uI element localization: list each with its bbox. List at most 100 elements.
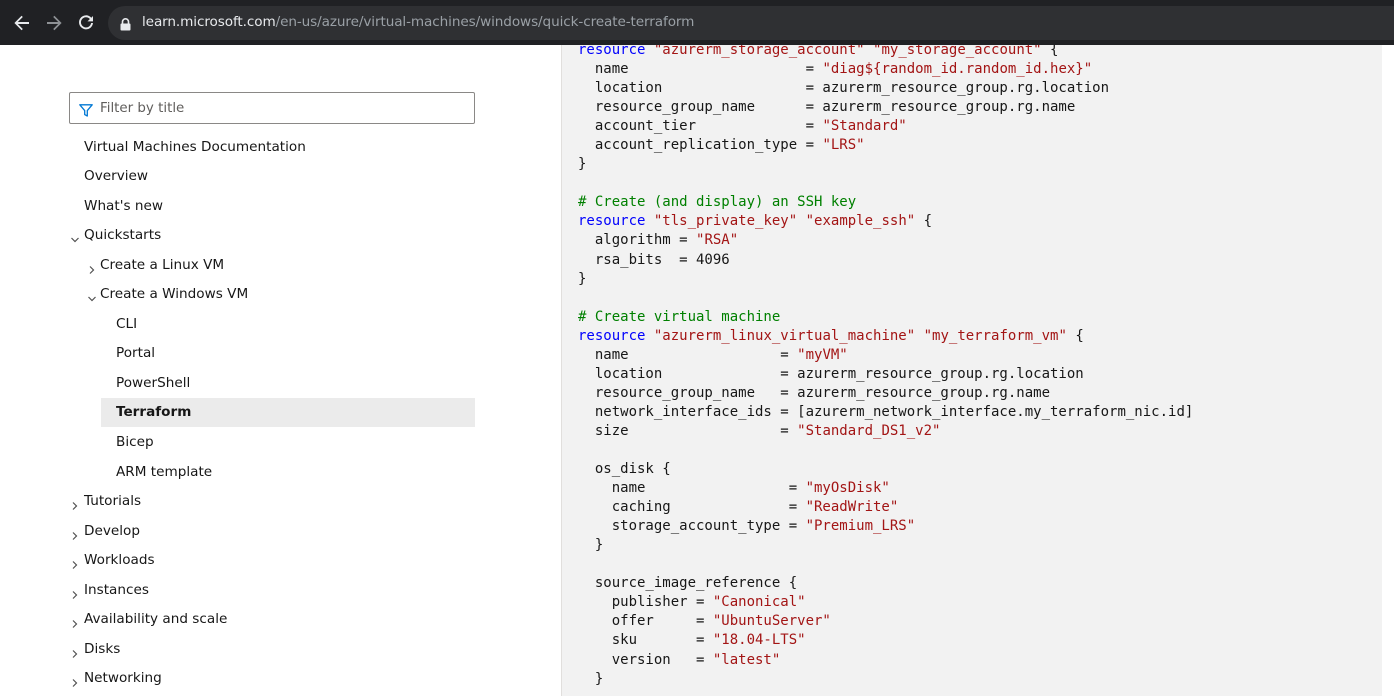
code-line: sku = "18.04-LTS" xyxy=(578,632,806,648)
code-line: name = "diag${random_id.random_id.hex}" xyxy=(578,61,1092,77)
code-line: resource "tls_private_key" "example_ssh"… xyxy=(578,213,932,229)
toc-item-label: CLI xyxy=(116,315,138,332)
toc-item[interactable]: Create a Linux VM xyxy=(100,250,224,279)
filter-input[interactable] xyxy=(100,97,460,119)
toc-item-label: Instances xyxy=(84,581,149,598)
toc-item[interactable]: Availability and scale xyxy=(84,605,227,634)
toc-item[interactable]: Create a Windows VM xyxy=(100,280,248,309)
code-line: account_tier = "Standard" xyxy=(578,118,907,134)
toc-item[interactable]: Overview xyxy=(84,162,148,191)
chevron-right-icon[interactable] xyxy=(70,496,80,511)
code-line: location = azurerm_resource_group.rg.loc… xyxy=(578,366,1084,382)
toc-item[interactable]: Virtual Machines Documentation xyxy=(84,132,306,161)
code-token: name = xyxy=(578,480,806,497)
code-token: # Create (and display) an SSH key xyxy=(578,194,857,211)
toc-item[interactable]: Instances xyxy=(84,575,149,604)
chevron-down-icon[interactable] xyxy=(70,230,80,243)
toc-item[interactable]: Bicep xyxy=(116,428,154,457)
lock-icon[interactable] xyxy=(120,16,131,35)
toc-item[interactable]: ARM template xyxy=(116,457,212,486)
chevron-right-icon[interactable] xyxy=(70,644,80,658)
code-token: # Create virtual machine xyxy=(578,308,781,325)
chevron-right-icon[interactable] xyxy=(70,614,80,629)
url-text[interactable]: learn.microsoft.com/en-us/azure/virtual-… xyxy=(142,14,694,30)
toc-item[interactable]: Quickstarts xyxy=(84,221,161,250)
code-line: resource "azurerm_storage_account" "my_s… xyxy=(578,45,1058,58)
url-path: /en-us/azure/virtual-machines/windows/qu… xyxy=(275,14,695,30)
code-token: network_interface_ids = [azurerm_network… xyxy=(578,403,1194,420)
code-token: "RSA" xyxy=(696,232,739,249)
toc-item-label: Create a Windows VM xyxy=(100,286,249,303)
code-token: } xyxy=(578,537,604,554)
code-token: algorithm = xyxy=(578,232,697,249)
code-token: size = xyxy=(578,422,798,439)
chevron-down-icon[interactable] xyxy=(87,289,97,302)
code-line: # Create virtual machine xyxy=(578,309,780,325)
code-token: } xyxy=(578,156,587,173)
toc-item-label: Quickstarts xyxy=(84,227,162,244)
code-line: } xyxy=(578,671,603,687)
code-token: resource xyxy=(578,45,646,58)
reload-icon[interactable] xyxy=(72,9,100,37)
filter-box xyxy=(69,92,475,124)
code-line: source_image_reference { xyxy=(578,575,797,591)
toc-item[interactable]: Develop xyxy=(84,516,140,545)
toc-item-label: What's new xyxy=(84,197,163,214)
toc-item-label: Develop xyxy=(84,522,140,539)
code-token: caching = xyxy=(578,499,806,516)
code-token: "example_ssh" xyxy=(805,213,916,230)
toc-item[interactable]: Portal xyxy=(116,339,155,368)
code-token: "Standard_DS1_v2" xyxy=(797,422,941,439)
code-token: "latest" xyxy=(712,651,781,668)
toc-item-label: ARM template xyxy=(116,463,213,480)
chevron-right-icon[interactable] xyxy=(70,555,80,570)
forward-icon[interactable] xyxy=(40,9,68,37)
code-line: resource "azurerm_linux_virtual_machine"… xyxy=(578,328,1084,344)
toc-item-label: Terraform xyxy=(116,404,192,421)
address-bar[interactable]: learn.microsoft.com/en-us/azure/virtual-… xyxy=(108,6,1394,40)
code-token: "myVM" xyxy=(797,346,848,363)
toc-item[interactable]: Networking xyxy=(84,664,162,693)
toc-item[interactable]: PowerShell xyxy=(116,368,190,397)
toc-item[interactable]: CLI xyxy=(116,309,137,338)
chevron-right-icon[interactable] xyxy=(70,526,80,540)
code-token: name = xyxy=(578,346,798,363)
code-line: account_replication_type = "LRS" xyxy=(578,137,865,153)
toc-item[interactable]: What's new xyxy=(84,191,163,220)
toc-item[interactable]: Terraform xyxy=(101,397,475,427)
chevron-right-icon[interactable] xyxy=(87,260,97,274)
code-line: rsa_bits = 4096 xyxy=(578,252,730,268)
code-line: size = "Standard_DS1_v2" xyxy=(578,422,941,439)
toc-item[interactable]: Tutorials xyxy=(84,487,141,516)
code-block: resource "azurerm_storage_account" "my_s… xyxy=(562,45,1382,696)
chevron-right-icon[interactable] xyxy=(70,585,80,599)
toc-item[interactable]: Workloads xyxy=(84,546,155,575)
code-token: os_disk { xyxy=(578,461,671,478)
toc-item-label: Create a Linux VM xyxy=(100,256,225,273)
code-line: } xyxy=(578,271,586,287)
back-icon[interactable] xyxy=(8,9,36,37)
code-token: resource xyxy=(578,213,646,230)
code-token: account_replication_type = xyxy=(578,137,823,154)
toc-item-label: Disks xyxy=(84,640,121,657)
toc-item[interactable]: Disks xyxy=(84,634,120,663)
code-line: name = "myOsDisk" xyxy=(578,480,890,496)
code-line: resource_group_name = azurerm_resource_g… xyxy=(578,385,1050,401)
code-token: { xyxy=(915,213,933,230)
code-line: network_interface_ids = [azurerm_network… xyxy=(578,404,1193,420)
page-scrollbar[interactable] xyxy=(1382,45,1394,696)
code-token: version = xyxy=(578,651,713,668)
toc-item-label: PowerShell xyxy=(116,374,191,391)
code-token: resource_group_name = azurerm_resource_g… xyxy=(578,384,1051,401)
toc-item-label: Overview xyxy=(84,168,148,185)
code-line: resource_group_name = azurerm_resource_g… xyxy=(578,99,1075,115)
code-line: publisher = "Canonical" xyxy=(578,594,806,610)
toc-item-label: Tutorials xyxy=(84,493,142,510)
code-line: algorithm = "RSA" xyxy=(578,232,738,248)
code-line: version = "latest" xyxy=(578,651,781,668)
chevron-right-icon[interactable] xyxy=(70,673,80,688)
